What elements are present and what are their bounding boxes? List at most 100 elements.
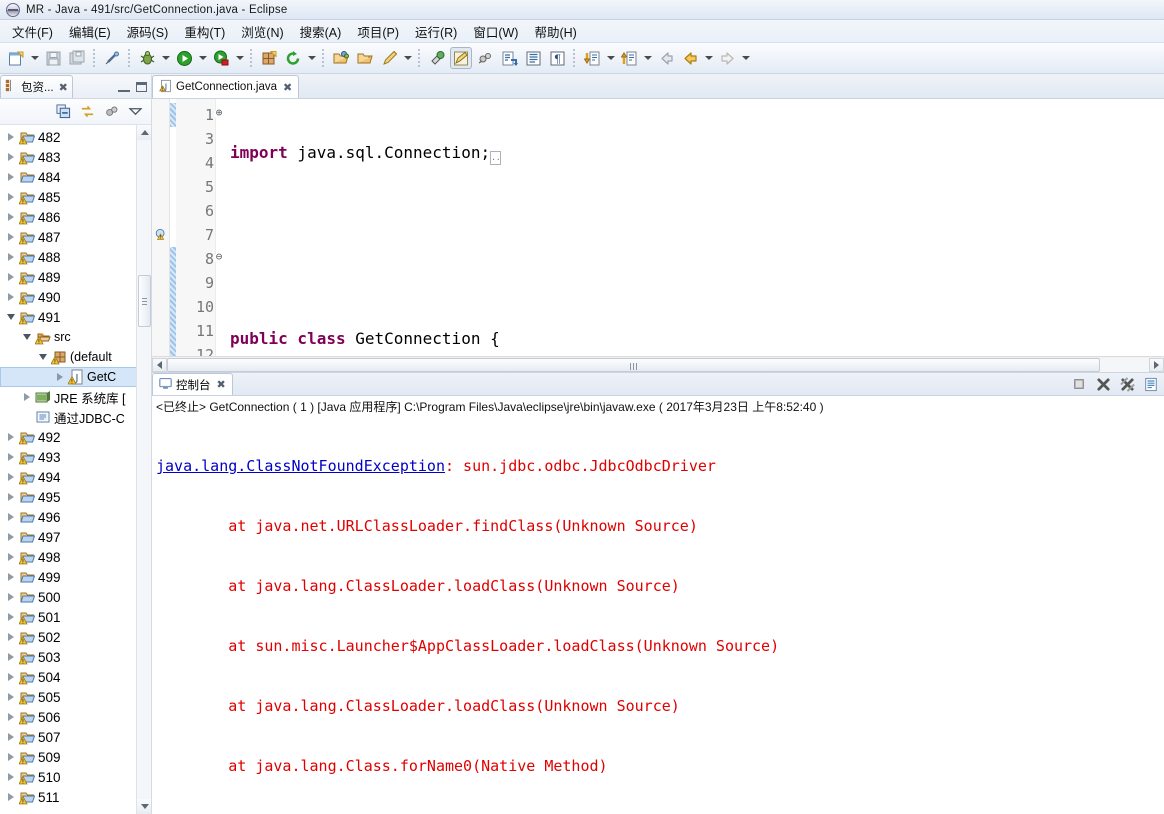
close-icon[interactable]: ✖	[59, 81, 68, 94]
chevron-right-icon[interactable]	[4, 230, 18, 244]
tree-item-default[interactable]: ! (default	[0, 347, 151, 367]
tree-item-507[interactable]: ! 507	[0, 727, 151, 747]
refresh-icon[interactable]	[282, 47, 304, 69]
link-break-icon[interactable]	[101, 47, 123, 69]
show-whitespace-icon[interactable]	[522, 47, 544, 69]
menu-project[interactable]: 项目(P)	[349, 20, 407, 43]
back-dropdown-caret[interactable]	[703, 48, 714, 68]
tab-getconnection-java[interactable]: J ! GetConnection.java ✖	[152, 75, 300, 98]
chevron-right-icon[interactable]	[4, 250, 18, 264]
chevron-right-icon[interactable]	[4, 170, 18, 184]
explorer-scrollbar[interactable]	[136, 125, 151, 814]
edit-icon[interactable]	[378, 47, 400, 69]
menu-edit[interactable]: 编辑(E)	[61, 20, 119, 43]
tree-item-501[interactable]: ! 501	[0, 607, 151, 627]
scroll-down-arrow[interactable]	[137, 799, 151, 814]
next-annotation-icon[interactable]	[498, 47, 520, 69]
tree-item-500[interactable]: 500	[0, 587, 151, 607]
chevron-right-icon[interactable]	[20, 390, 34, 404]
chevron-right-icon[interactable]	[53, 370, 67, 384]
tree-item-494[interactable]: ! 494	[0, 467, 151, 487]
chevron-right-icon[interactable]	[4, 510, 18, 524]
chevron-right-icon[interactable]	[4, 710, 18, 724]
tree-item-490[interactable]: ! 490	[0, 287, 151, 307]
open-type-icon[interactable]	[330, 47, 352, 69]
chevron-right-icon[interactable]	[4, 150, 18, 164]
run-external-tools-icon[interactable]	[210, 47, 232, 69]
chevron-right-icon[interactable]	[4, 570, 18, 584]
chevron-right-icon[interactable]	[4, 270, 18, 284]
tab-console[interactable]: 控制台 ✖	[152, 373, 233, 395]
tree-item-488[interactable]: ! 488	[0, 247, 151, 267]
folded-code-indicator[interactable]: ..	[490, 151, 502, 165]
tree-item-498[interactable]: ! 498	[0, 547, 151, 567]
chevron-right-icon[interactable]	[4, 550, 18, 564]
chevron-right-icon[interactable]	[4, 210, 18, 224]
tree-item-通过JDBC-C[interactable]: 通过JDBC-C	[0, 407, 151, 427]
terminate-icon[interactable]	[1068, 374, 1090, 394]
tree-item-483[interactable]: ! 483	[0, 147, 151, 167]
chevron-right-icon[interactable]	[4, 530, 18, 544]
tree-item-482[interactable]: ! 482	[0, 127, 151, 147]
tree-item-506[interactable]: ! 506	[0, 707, 151, 727]
display-selected-console-icon[interactable]	[1140, 374, 1162, 394]
menu-search[interactable]: 搜索(A)	[292, 20, 350, 43]
tree-item-492[interactable]: ! 492	[0, 427, 151, 447]
chevron-right-icon[interactable]	[4, 290, 18, 304]
pilcrow-icon[interactable]: ¶	[546, 47, 568, 69]
run-icon[interactable]	[173, 47, 195, 69]
marker-icon[interactable]	[474, 47, 496, 69]
chevron-down-icon[interactable]	[36, 350, 50, 364]
editor-marker-column[interactable]: !	[152, 99, 170, 356]
new-java-package-icon[interactable]	[258, 47, 280, 69]
new-icon[interactable]	[5, 47, 27, 69]
hscroll-thumb[interactable]	[167, 357, 1100, 372]
tree-item-484[interactable]: 484	[0, 167, 151, 187]
remove-all-terminated-icon[interactable]	[1116, 374, 1138, 394]
chevron-right-icon[interactable]	[4, 630, 18, 644]
edit-dropdown-caret[interactable]	[402, 48, 413, 68]
tree-item-489[interactable]: ! 489	[0, 267, 151, 287]
tree-item-496[interactable]: 496	[0, 507, 151, 527]
chevron-right-icon[interactable]	[4, 690, 18, 704]
tree-item-JRE系统库[interactable]: JRE 系统库 [	[0, 387, 151, 407]
tab-package-explorer[interactable]: 包资... ✖	[0, 75, 73, 98]
refresh-dropdown-caret[interactable]	[306, 48, 317, 68]
pencil-highlight-icon[interactable]	[450, 47, 472, 69]
source-code[interactable]: import java.sql.Connection;.. public cla…	[216, 99, 1164, 356]
chevron-right-icon[interactable]	[4, 750, 18, 764]
back-icon[interactable]	[655, 47, 677, 69]
scroll-right-arrow[interactable]	[1149, 357, 1164, 372]
tree-item-497[interactable]: 497	[0, 527, 151, 547]
remove-launch-icon[interactable]	[1092, 374, 1114, 394]
maximize-icon[interactable]	[136, 81, 147, 92]
new-dropdown-caret[interactable]	[29, 48, 40, 68]
external-tools-dropdown-caret[interactable]	[234, 48, 245, 68]
chevron-right-icon[interactable]	[4, 430, 18, 444]
exception-link[interactable]: java.lang.ClassNotFoundException	[156, 457, 445, 475]
menu-file[interactable]: 文件(F)	[4, 20, 61, 43]
warning-marker-icon[interactable]: !	[152, 223, 169, 247]
tree-item-487[interactable]: ! 487	[0, 227, 151, 247]
chevron-right-icon[interactable]	[4, 730, 18, 744]
chevron-right-icon[interactable]	[4, 770, 18, 784]
tree-item-503[interactable]: ! 503	[0, 647, 151, 667]
tree-item-486[interactable]: ! 486	[0, 207, 151, 227]
view-menu-icon[interactable]	[125, 102, 145, 122]
chevron-down-icon[interactable]	[20, 330, 34, 344]
chevron-down-icon[interactable]	[4, 310, 18, 324]
close-icon[interactable]: ✖	[217, 378, 226, 391]
menu-help[interactable]: 帮助(H)	[526, 20, 584, 43]
debug-dropdown-caret[interactable]	[160, 48, 171, 68]
close-icon[interactable]: ✖	[283, 81, 292, 94]
tree-item-511[interactable]: ! 511	[0, 787, 151, 807]
next-edit-dropdown-caret[interactable]	[642, 48, 653, 68]
open-task-icon[interactable]	[354, 47, 376, 69]
chevron-right-icon[interactable]	[4, 130, 18, 144]
tree-item-509[interactable]: ! 509	[0, 747, 151, 767]
chevron-right-icon[interactable]	[4, 190, 18, 204]
chevron-right-icon[interactable]	[4, 670, 18, 684]
search-field-icon[interactable]	[426, 47, 448, 69]
tree-item-510[interactable]: ! 510	[0, 767, 151, 787]
tree-item-495[interactable]: 495	[0, 487, 151, 507]
